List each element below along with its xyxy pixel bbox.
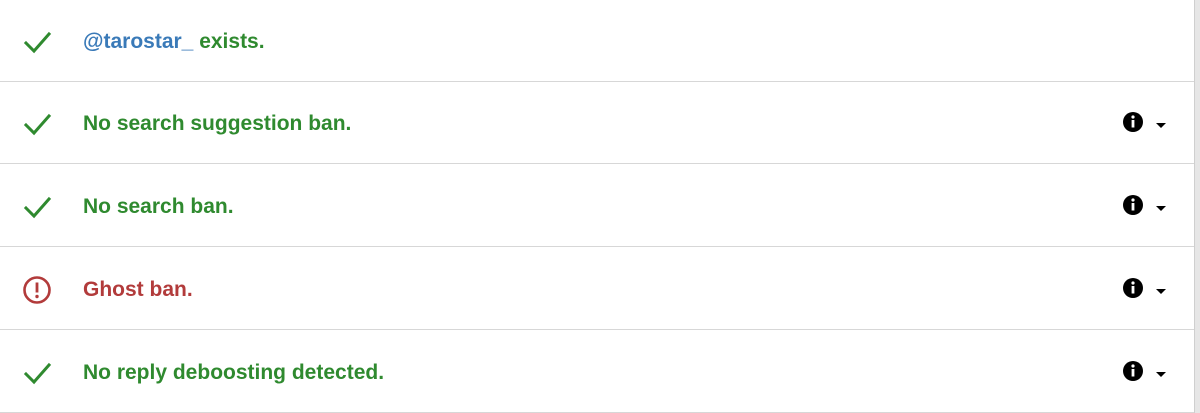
result-label: Ghost ban. — [83, 278, 193, 301]
check-icon — [22, 192, 52, 222]
result-label: exists. — [193, 30, 265, 53]
row-actions — [1122, 111, 1172, 135]
row-actions — [1122, 277, 1172, 301]
check-icon — [22, 358, 52, 388]
info-icon[interactable] — [1122, 277, 1144, 299]
chevron-down-icon[interactable] — [1154, 117, 1168, 128]
chevron-down-icon[interactable] — [1154, 200, 1168, 211]
result-row-search-suggestion-ban: No search suggestion ban. — [0, 82, 1194, 164]
result-row-reply-deboosting: No reply deboosting detected. — [0, 331, 1194, 413]
check-icon — [22, 27, 52, 57]
result-row-exists: @tarostar_ exists. — [0, 0, 1194, 82]
account-handle[interactable]: @tarostar_ — [83, 30, 193, 53]
result-label: No search suggestion ban. — [83, 112, 352, 135]
chevron-down-icon[interactable] — [1154, 283, 1168, 294]
result-label: No search ban. — [83, 195, 234, 218]
check-icon — [22, 109, 52, 139]
results-panel: @tarostar_ exists. No search suggestion … — [0, 0, 1194, 413]
info-icon[interactable] — [1122, 360, 1144, 382]
info-icon[interactable] — [1122, 194, 1144, 216]
info-icon[interactable] — [1122, 111, 1144, 133]
row-actions — [1122, 194, 1172, 218]
result-label: No reply deboosting detected. — [83, 361, 385, 384]
row-actions — [1122, 360, 1172, 384]
alert-circle-icon — [22, 275, 52, 305]
result-text: @tarostar_ exists. — [83, 28, 265, 56]
result-row-ghost-ban: Ghost ban. — [0, 248, 1194, 330]
result-row-search-ban: No search ban. — [0, 165, 1194, 247]
scrollbar[interactable] — [1194, 0, 1200, 413]
chevron-down-icon[interactable] — [1154, 366, 1168, 377]
